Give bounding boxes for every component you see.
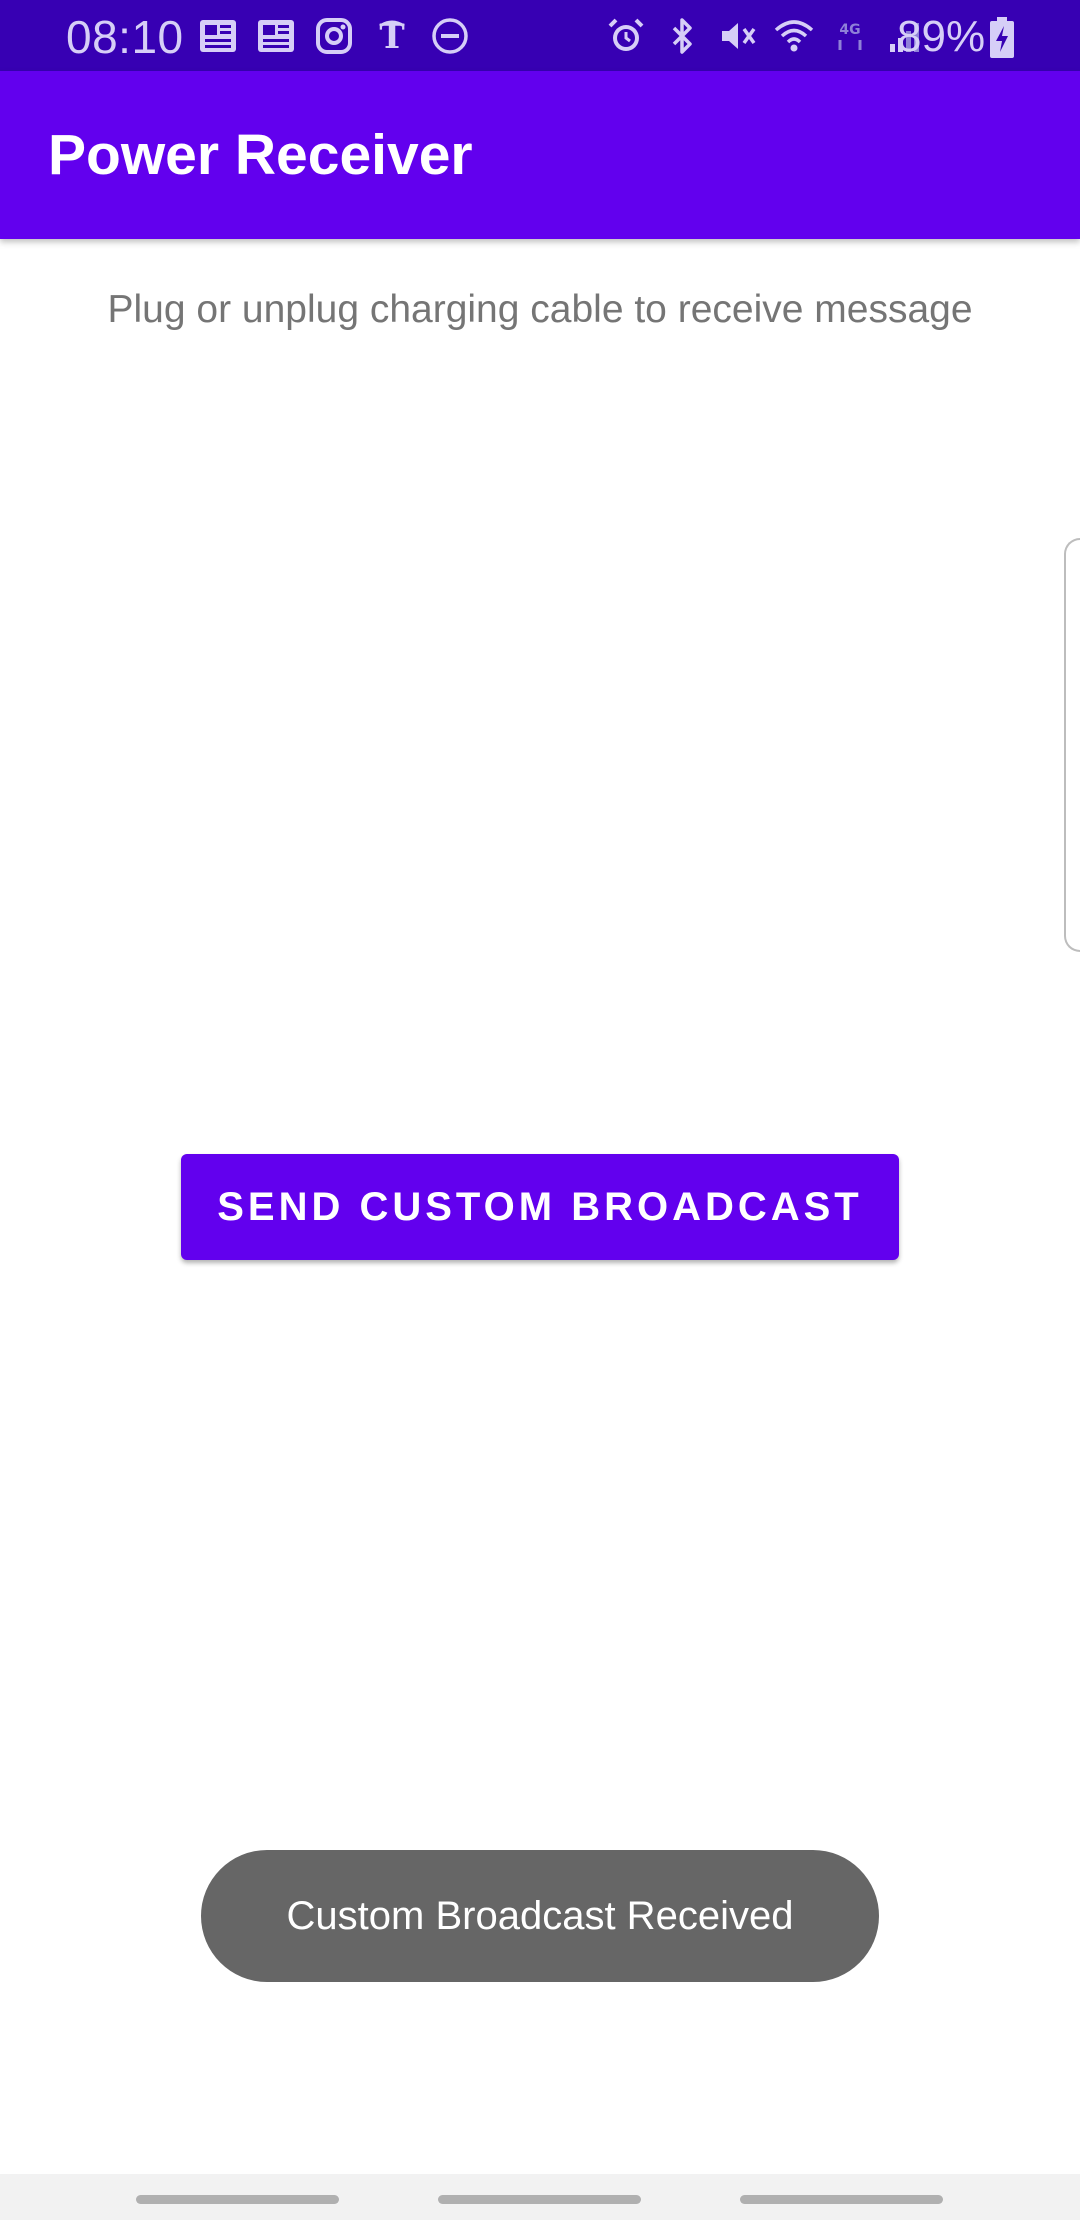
system-icons: 4G xyxy=(604,14,928,58)
news-icon xyxy=(196,14,240,58)
notification-icons: T xyxy=(196,14,472,58)
app-bar: Power Receiver xyxy=(0,71,1080,239)
lte-icon: 4G xyxy=(828,14,872,58)
nav-gesture-hint-left[interactable] xyxy=(136,2195,339,2204)
wifi-icon xyxy=(772,14,816,58)
gesture-nav-bar xyxy=(0,2174,1080,2220)
battery-charging-icon xyxy=(988,16,1016,60)
instruction-text: Plug or unplug charging cable to receive… xyxy=(107,288,973,331)
news-icon xyxy=(254,14,298,58)
toast-message: Custom Broadcast Received xyxy=(201,1850,879,1982)
nav-gesture-hint-right[interactable] xyxy=(740,2195,943,2204)
nav-gesture-hint-center[interactable] xyxy=(438,2195,641,2204)
edge-panel-handle[interactable] xyxy=(1064,538,1080,952)
mute-icon xyxy=(716,14,760,58)
instagram-icon xyxy=(312,14,356,58)
do-not-disturb-icon xyxy=(428,14,472,58)
status-bar: 08:10 T 4G 89% xyxy=(0,0,1080,71)
send-custom-broadcast-button[interactable]: SEND CUSTOM BROADCAST xyxy=(181,1154,899,1260)
alarm-icon xyxy=(604,14,648,58)
app-title: Power Receiver xyxy=(48,123,473,187)
nyt-icon: T xyxy=(370,14,414,58)
battery-percent: 89% xyxy=(897,12,986,61)
svg-text:4G: 4G xyxy=(839,22,860,38)
bluetooth-icon xyxy=(660,14,704,58)
status-time: 08:10 xyxy=(66,11,184,63)
